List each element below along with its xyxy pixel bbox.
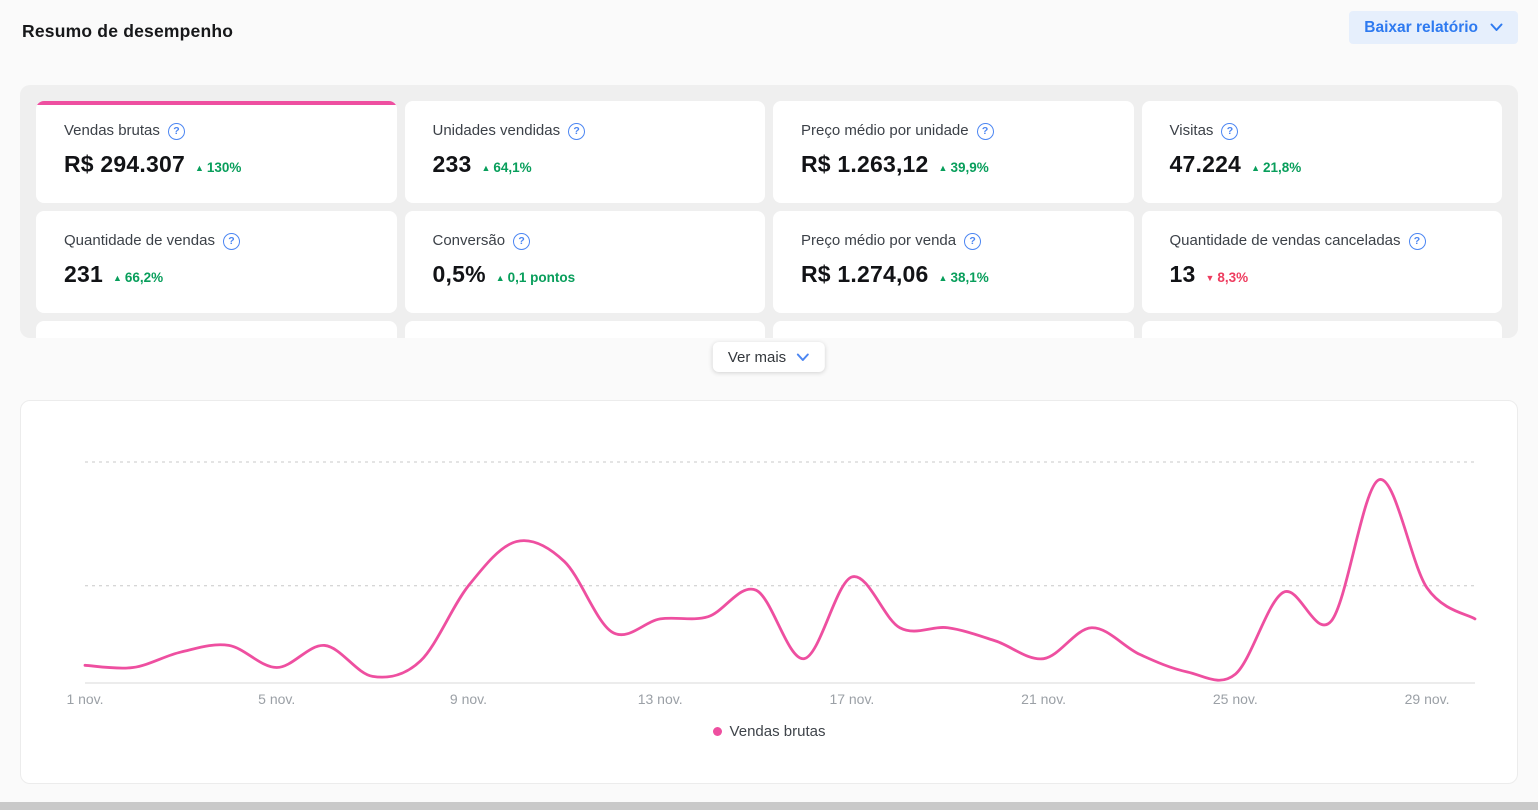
metric-card-preco-medio-venda[interactable]: Preço médio por venda R$ 1.274,06 38,1% <box>773 211 1134 313</box>
metric-label: Preço médio por venda <box>801 232 956 250</box>
metric-card-visitas[interactable]: Visitas 47.224 21,8% <box>1142 101 1503 203</box>
help-icon[interactable] <box>513 233 530 250</box>
metric-label: Vendas brutas <box>64 122 160 140</box>
metric-value: 47.224 <box>1170 151 1242 178</box>
metric-card-partial[interactable] <box>405 321 766 338</box>
x-tick-label: 17 nov. <box>829 691 874 707</box>
metric-label: Quantidade de vendas canceladas <box>1170 232 1401 250</box>
performance-metrics-section: Vendas brutas R$ 294.307 130% Unidades v… <box>20 85 1518 338</box>
delta-direction-icon <box>939 163 948 173</box>
metric-delta: 66,2% <box>113 270 163 285</box>
legend-dot-icon <box>713 727 722 736</box>
chart-legend-item[interactable]: Vendas brutas <box>21 723 1517 740</box>
delta-direction-icon <box>481 163 490 173</box>
metric-card-partial[interactable] <box>1142 321 1503 338</box>
metric-card-vendas-brutas[interactable]: Vendas brutas R$ 294.307 130% <box>36 101 397 203</box>
metric-value: 233 <box>433 151 472 178</box>
sales-chart-panel: 1 nov. 5 nov. 9 nov. 13 nov. 17 nov. 21 nov. 2… <box>20 400 1518 784</box>
x-tick-label: 5 nov. <box>258 691 295 707</box>
x-tick-label: 1 nov. <box>66 691 103 707</box>
metric-delta: 64,1% <box>481 160 531 175</box>
metric-delta: 38,1% <box>939 270 989 285</box>
help-icon[interactable] <box>1409 233 1426 250</box>
download-report-button[interactable]: Baixar relatório <box>1349 11 1518 44</box>
metric-label: Conversão <box>433 232 506 250</box>
help-icon[interactable] <box>964 233 981 250</box>
x-tick-label: 9 nov. <box>450 691 487 707</box>
help-icon[interactable] <box>977 123 994 140</box>
download-report-label: Baixar relatório <box>1364 19 1478 37</box>
metric-card-partial[interactable] <box>36 321 397 338</box>
delta-direction-icon <box>496 273 505 283</box>
metric-card-conversao[interactable]: Conversão 0,5% 0,1 pontos <box>405 211 766 313</box>
metric-label: Unidades vendidas <box>433 122 561 140</box>
help-icon[interactable] <box>1221 123 1238 140</box>
selected-card-indicator <box>36 101 397 105</box>
metric-value: R$ 294.307 <box>64 151 185 178</box>
metric-value: 0,5% <box>433 261 486 288</box>
x-tick-label: 13 nov. <box>638 691 683 707</box>
metric-delta: 21,8% <box>1251 160 1301 175</box>
delta-direction-icon <box>195 163 204 173</box>
page-title: Resumo de desempenho <box>22 21 233 42</box>
metric-card-partial[interactable] <box>773 321 1134 338</box>
help-icon[interactable] <box>568 123 585 140</box>
metric-delta: 8,3% <box>1205 270 1248 285</box>
metric-label: Visitas <box>1170 122 1214 140</box>
metric-delta: 39,9% <box>939 160 989 175</box>
metric-value: 13 <box>1170 261 1196 288</box>
chevron-down-icon <box>796 353 810 362</box>
metric-value: 231 <box>64 261 103 288</box>
ver-mais-label: Ver mais <box>728 349 786 366</box>
delta-direction-icon <box>939 273 948 283</box>
metric-delta: 130% <box>195 160 241 175</box>
delta-direction-icon <box>113 273 122 283</box>
metric-value: R$ 1.274,06 <box>801 261 929 288</box>
help-icon[interactable] <box>223 233 240 250</box>
metric-card-unidades-vendidas[interactable]: Unidades vendidas 233 64,1% <box>405 101 766 203</box>
vendas-brutas-line-chart: 1 nov. 5 nov. 9 nov. 13 nov. 17 nov. 21 nov. 2… <box>21 401 1519 713</box>
legend-label: Vendas brutas <box>730 723 826 740</box>
x-tick-label: 21 nov. <box>1021 691 1066 707</box>
help-icon[interactable] <box>168 123 185 140</box>
chart-line-vendas-brutas <box>85 479 1475 680</box>
metric-label: Preço médio por unidade <box>801 122 969 140</box>
ver-mais-button[interactable]: Ver mais <box>713 342 825 372</box>
delta-direction-icon <box>1205 273 1214 283</box>
metric-card-preco-medio-unidade[interactable]: Preço médio por unidade R$ 1.263,12 39,9… <box>773 101 1134 203</box>
metric-card-vendas-canceladas[interactable]: Quantidade de vendas canceladas 13 8,3% <box>1142 211 1503 313</box>
x-tick-label: 29 nov. <box>1405 691 1450 707</box>
x-tick-label: 25 nov. <box>1213 691 1258 707</box>
metric-value: R$ 1.263,12 <box>801 151 929 178</box>
metric-delta: 0,1 pontos <box>496 270 575 285</box>
bottom-edge-strip <box>0 802 1538 810</box>
chevron-down-icon <box>1490 23 1503 32</box>
metric-label: Quantidade de vendas <box>64 232 215 250</box>
metric-card-quantidade-vendas[interactable]: Quantidade de vendas 231 66,2% <box>36 211 397 313</box>
delta-direction-icon <box>1251 163 1260 173</box>
